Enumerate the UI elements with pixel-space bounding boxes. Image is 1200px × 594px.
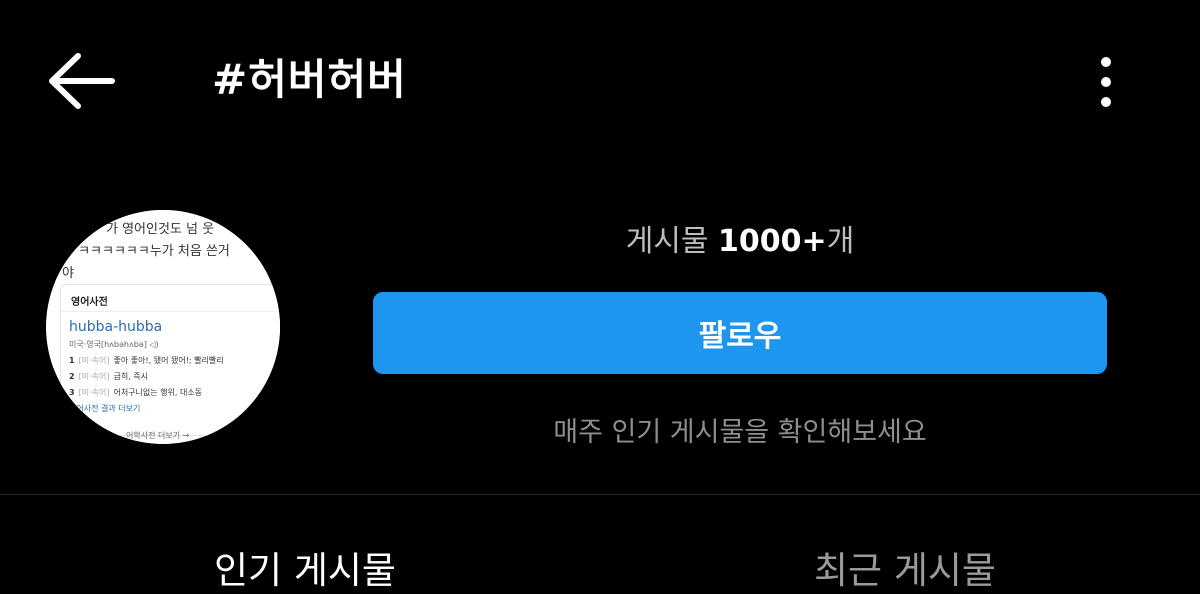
post-count-suffix: 개 [826, 224, 855, 259]
definition-number: 2 [69, 372, 75, 381]
snippet-line: ㅋ ㅋㅋㅋㅋㅋㅋ누가 처음 쓴거 [62, 244, 230, 259]
tab-recent-posts[interactable]: 최근 게시물 [814, 540, 996, 594]
snippet-line: 야 [62, 266, 74, 281]
hashtag-avatar: 가 영어인것도 넘 웃 ㅋ ㅋㅋㅋㅋㅋㅋ누가 처음 쓴거 야 영어사전 hubb… [46, 210, 280, 444]
post-count: 게시물 1000+개 [374, 216, 1106, 260]
more-vertical-icon [1101, 57, 1111, 107]
definition-number: 3 [69, 388, 75, 397]
pronunciation: 미국·영국[hʌbəhʌbə] ◁) [69, 339, 159, 350]
post-count-label: 게시물 [625, 224, 709, 259]
dictionary-word: hubba-hubba [69, 319, 163, 335]
snippet-line: 가 영어인것도 넘 웃 [106, 222, 215, 237]
dictionary-section-title: 영어사전 [71, 297, 108, 308]
definition-item: 3 [미·속어] 어처구니없는 행위, 대소동 [69, 387, 202, 398]
definition-number: 1 [69, 356, 75, 365]
definition-tag: [미·속어] [78, 388, 110, 397]
back-button[interactable] [44, 48, 118, 114]
definition-text: 어처구니없는 행위, 대소동 [113, 388, 203, 397]
divider [0, 494, 1200, 495]
dictionary-card: 영어사전 hubba-hubba 미국·영국[hʌbəhʌbə] ◁) 1 [미·… [60, 284, 280, 436]
speaker-icon: ◁) [149, 340, 159, 349]
follow-button[interactable]: 팔로우 [373, 292, 1107, 374]
dictionary-footer-link: 어학사전 더보기 → [126, 431, 190, 440]
avatar-snippet: 가 영어인것도 넘 웃 ㅋ ㅋㅋㅋㅋㅋㅋ누가 처음 쓴거 야 [46, 210, 280, 282]
definition-text: 좋아 좋아!, 됐어 됐어!; 빨리빨리 [113, 356, 224, 365]
more-options-button[interactable] [1086, 52, 1126, 112]
dictionary-more-link: 영어사전 결과 더보기 [69, 404, 141, 413]
page-title: #허버허버 [212, 55, 407, 104]
pronunciation-text: 미국·영국[hʌbəhʌbə] [69, 340, 147, 349]
definition-tag: [미·속어] [78, 356, 110, 365]
definition-item: 1 [미·속어] 좋아 좋아!, 됐어 됐어!; 빨리빨리 [69, 355, 224, 366]
post-count-number: 1000+ [718, 224, 827, 259]
tab-top-posts[interactable]: 인기 게시물 [214, 540, 396, 594]
definition-text: 급히, 즉시 [113, 372, 148, 381]
weekly-popular-hint: 매주 인기 게시물을 확인해보세요 [553, 417, 927, 448]
definition-item: 2 [미·속어] 급히, 즉시 [69, 371, 148, 382]
arrow-left-icon [49, 53, 115, 109]
divider [61, 311, 280, 312]
top-bar: #허버허버 [0, 0, 1200, 160]
definition-tag: [미·속어] [78, 372, 110, 381]
